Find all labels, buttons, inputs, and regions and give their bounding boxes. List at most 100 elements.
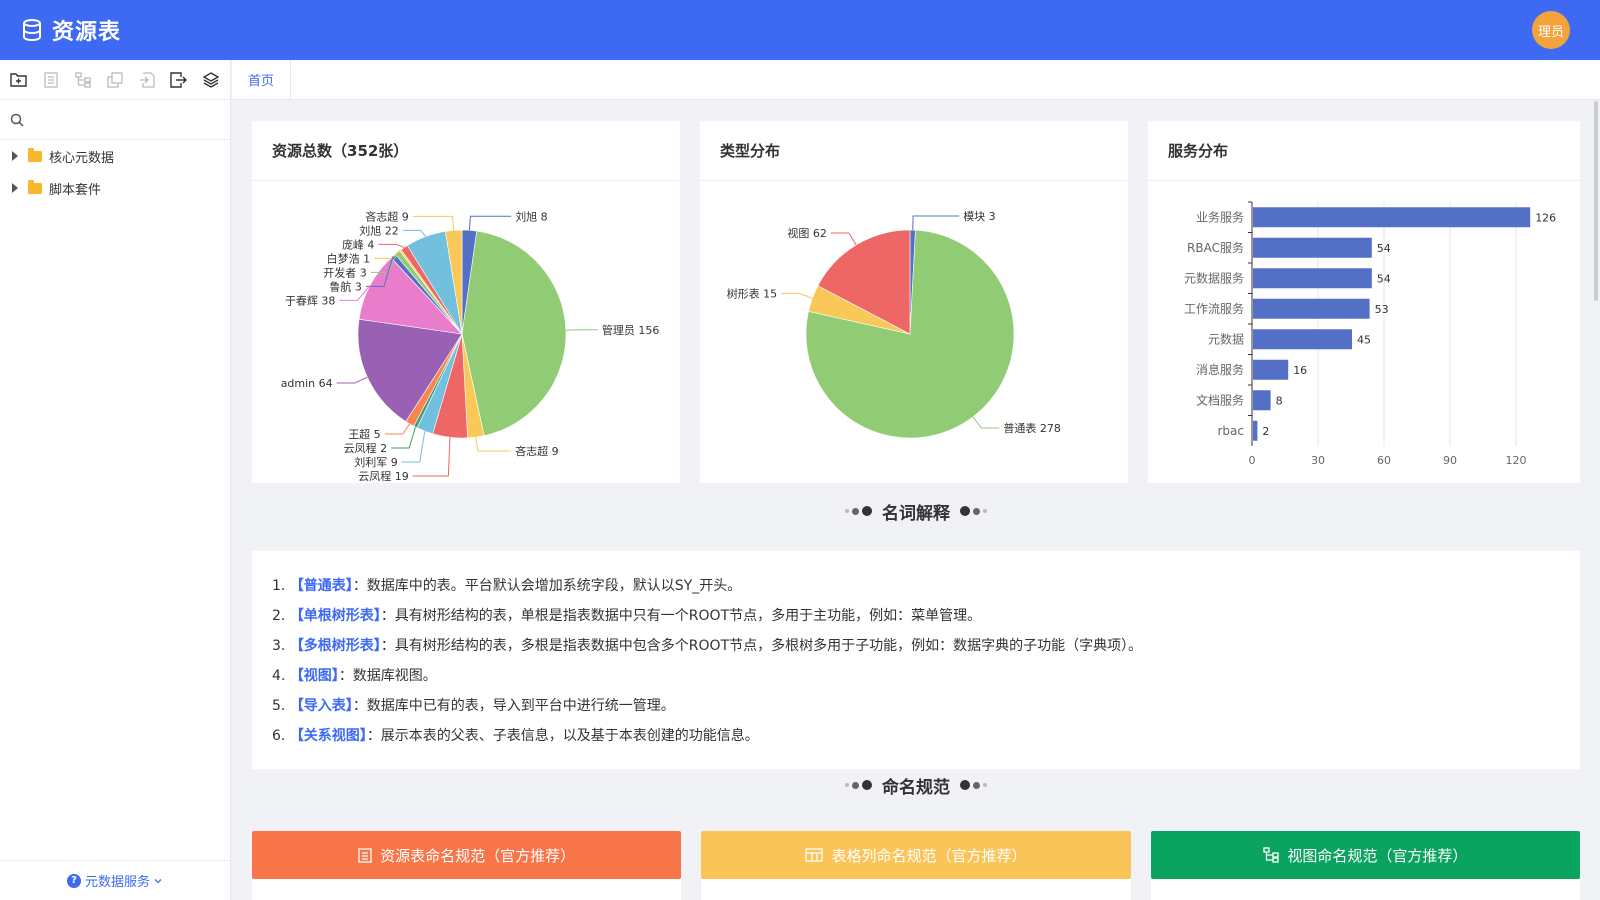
section-heading: 命名规范 [882, 777, 950, 798]
pie-leader-line [412, 437, 451, 477]
app-title: 资源表 [52, 20, 122, 45]
bar-value-label: 45 [1357, 333, 1371, 346]
add-tree-button[interactable] [72, 69, 93, 90]
search-icon [10, 113, 24, 127]
pie-leader-line [475, 437, 512, 452]
category-label: rbac [1217, 424, 1244, 438]
scrollbar[interactable] [1594, 101, 1598, 301]
category-label: 元数据 [1208, 331, 1244, 346]
folder-icon [28, 179, 42, 194]
x-tick-label: 0 [1249, 454, 1256, 467]
decor-dots-right [960, 780, 987, 790]
table-icon [805, 848, 824, 862]
service-selector-label: 元数据服务 [84, 875, 150, 890]
pie-leader-line [912, 215, 960, 231]
sidebar: 核心元数据 脚本套件 ? 元数据服务 [0, 60, 231, 900]
export-button[interactable] [168, 69, 189, 90]
tree-icon [1263, 847, 1279, 863]
total-resources-card: 资源总数（352张） 刘旭 8 管理员 156 吝志超 9 吝志超 9 刘旭 22 庞峰 … [252, 121, 680, 483]
category-label: 工作流服务 [1184, 301, 1244, 316]
pie-label: admin 64 [281, 377, 333, 390]
bar[interactable] [1253, 329, 1352, 350]
copy-button[interactable] [104, 69, 125, 90]
x-tick-label: 30 [1311, 454, 1325, 467]
card-title: 服务分布 [1148, 121, 1580, 181]
bar-value-label: 53 [1375, 303, 1389, 316]
pie-label: 管理员 156 [602, 323, 660, 337]
tree-item-script-suite[interactable]: 脚本套件 [0, 172, 230, 204]
service-distribution-card: 服务分布 0 30 60 90 120 业务服务 126 RBAC服务 54 元数据服务 54 工作流… [1148, 121, 1580, 483]
pie-label: 刘利军 9 [354, 456, 398, 469]
add-table-button[interactable] [40, 69, 61, 90]
bar[interactable] [1253, 390, 1271, 411]
caret-right-icon[interactable] [12, 151, 18, 161]
pie-label: 开发者 3 [323, 265, 367, 279]
table-column-naming-button[interactable]: 表格列命名规范（官方推荐） [701, 831, 1131, 879]
pie-leader-line [384, 423, 411, 435]
user-avatar[interactable]: 理员 [1532, 11, 1570, 49]
sidebar-toolbar [0, 60, 230, 100]
bar[interactable] [1253, 298, 1370, 319]
pie-leader-line [781, 292, 813, 299]
bar[interactable] [1253, 207, 1531, 228]
pie-label: 云凤程 2 [344, 442, 388, 455]
view-naming-button[interactable]: 视图命名规范（官方推荐） [1150, 831, 1580, 879]
tab-home[interactable]: 首页 [232, 60, 292, 99]
decor-dots-left [845, 506, 872, 516]
pie-label: 吝志超 9 [515, 444, 559, 458]
bar[interactable] [1253, 268, 1372, 289]
resource-table-naming-button[interactable]: 资源表命名规范（官方推荐） [252, 831, 682, 879]
folder-icon [28, 147, 42, 162]
tree-item-core-metadata[interactable]: 核心元数据 [0, 140, 230, 172]
sidebar-search [0, 100, 230, 140]
copy-icon [106, 71, 123, 88]
pie-label: 刘旭 22 [359, 223, 399, 237]
add-folder-button[interactable] [8, 69, 29, 90]
help-icon: ? [66, 873, 81, 888]
category-label: 文档服务 [1196, 392, 1244, 407]
pie-label: 于春辉 38 [285, 294, 336, 307]
bar-value-label: 16 [1293, 364, 1307, 377]
resource-total-pie-chart: 刘旭 8管理员 156吝志超 9吝志超 9刘旭 22庞峰 4白梦浩 1开发者 3… [281, 209, 660, 482]
glossary-section-title: 名词解释 [252, 499, 1580, 524]
pie-label: 刘旭 8 [515, 209, 548, 223]
pie-leader-line [412, 215, 455, 231]
bar-value-label: 8 [1276, 394, 1283, 407]
service-distribution-bar-chart: 0 30 60 90 120 业务服务 126 RBAC服务 54 元数据服务 54 工作流服务 53 元… [1184, 201, 1556, 467]
pie-label: 鲁航 3 [329, 279, 362, 293]
category-label: 业务服务 [1196, 209, 1244, 224]
type-distribution-card: 类型分布 模块 3 普通表 278 视图 62 树形表 15 [700, 121, 1128, 483]
search-input[interactable] [30, 112, 220, 127]
glossary-item: 5. 【导入表】：数据库中已有的表，导入到平台中进行统一管理。 [272, 698, 675, 714]
pie-label: 普通表 278 [1003, 421, 1061, 435]
bar[interactable] [1253, 237, 1372, 258]
x-tick-label: 90 [1443, 454, 1457, 467]
bar[interactable] [1253, 359, 1289, 380]
layers-button[interactable] [200, 69, 221, 90]
bar[interactable] [1253, 420, 1258, 441]
naming-cards-below [252, 879, 1580, 900]
naming-buttons: 资源表命名规范（官方推荐） 表格列命名规范（官方推荐） 视图命名规范（官方推荐） [252, 831, 1580, 879]
pie-label: 吝志超 9 [365, 209, 409, 223]
database-icon [23, 19, 41, 42]
glossary-item: 2. 【单根树形表】：具有树形结构的表，单根是指表数据中只有一个ROOT节点，多… [272, 608, 982, 624]
decor-dots-left [845, 780, 872, 790]
category-label: 元数据服务 [1184, 270, 1244, 285]
chevron-down-icon [154, 878, 162, 883]
caret-right-icon[interactable] [12, 183, 18, 193]
layers-icon [202, 71, 219, 88]
document-icon [43, 71, 58, 88]
bar-value-label: 54 [1377, 242, 1391, 255]
bar-value-label: 54 [1377, 272, 1391, 285]
pie-label: 树形表 15 [727, 286, 778, 300]
pie-label: 视图 62 [787, 226, 827, 240]
import-button[interactable] [136, 69, 157, 90]
folder-plus-icon [10, 73, 27, 87]
pie-leader-line [391, 426, 416, 449]
pie-leader-line [402, 229, 427, 237]
glossary-item: 4. 【视图】：数据库视图。 [272, 668, 437, 684]
service-selector[interactable]: ? 元数据服务 [0, 860, 230, 900]
pie-label: 模块 3 [963, 210, 996, 223]
tree-item-label: 核心元数据 [49, 150, 115, 166]
category-label: 消息服务 [1196, 362, 1244, 377]
